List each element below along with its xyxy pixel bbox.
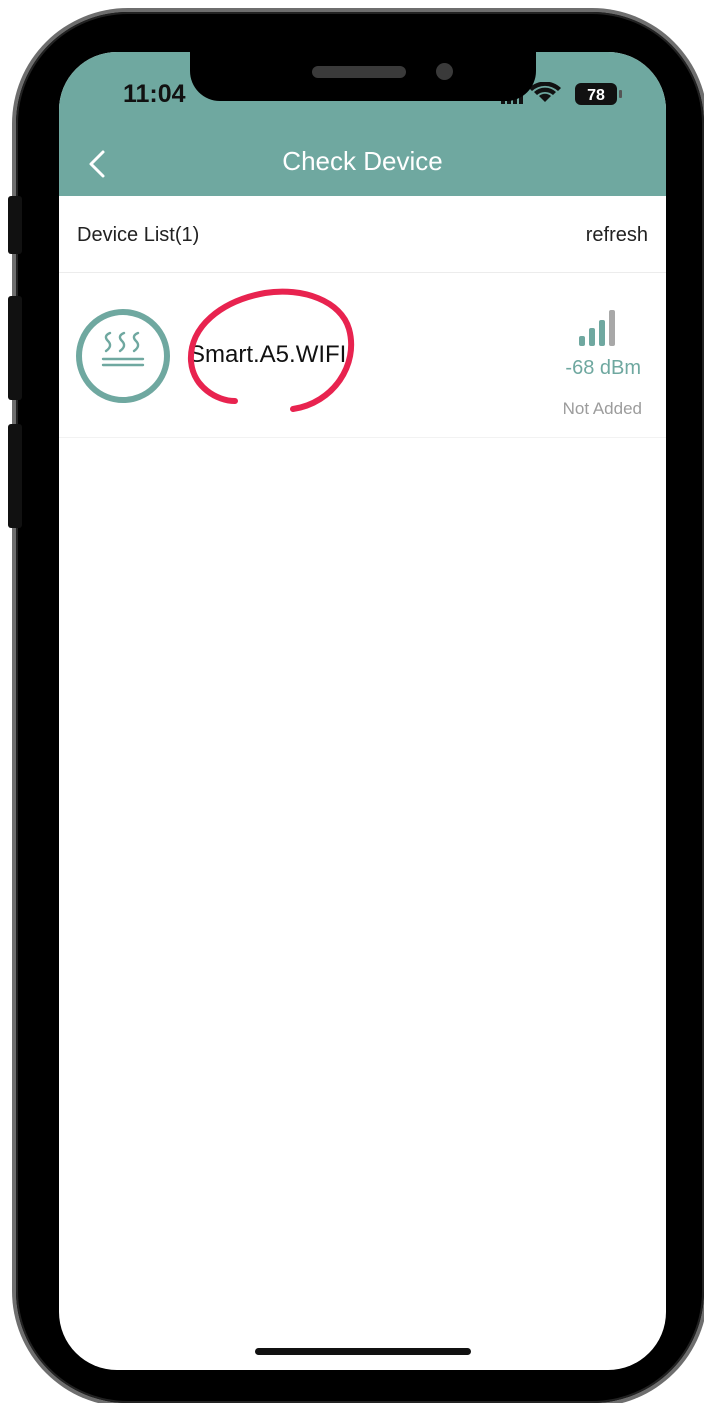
status-time: 11:04 <box>123 80 186 108</box>
device-list-title: Device List(1) <box>77 224 200 246</box>
signal-bars-icon <box>577 308 617 348</box>
volume-down-button <box>8 424 22 528</box>
device-list-header: Device List(1) refresh <box>59 196 666 273</box>
notch <box>190 52 536 101</box>
wifi-icon <box>529 82 561 102</box>
svg-text:78: 78 <box>587 87 605 104</box>
page-title: Check Device <box>282 146 443 176</box>
screen: 11:04 78 Check Device Device List(1) ref… <box>59 52 666 1370</box>
device-list-item[interactable]: Smart.A5.WIFI -68 dBm Not Added <box>59 273 666 438</box>
volume-up-button <box>8 296 22 400</box>
heater-icon <box>75 308 171 404</box>
front-camera <box>436 63 453 80</box>
phone-mockup: 11:04 78 Check Device Device List(1) ref… <box>0 0 704 1403</box>
device-name: Smart.A5.WIFI <box>189 341 347 368</box>
refresh-button[interactable]: refresh <box>586 224 648 247</box>
home-indicator[interactable] <box>255 1348 471 1355</box>
device-status: Not Added <box>562 399 642 418</box>
signal-strength: -68 dBm <box>565 357 641 379</box>
mute-switch <box>8 196 22 254</box>
battery-icon: 78 <box>575 83 622 105</box>
speaker <box>312 66 406 78</box>
